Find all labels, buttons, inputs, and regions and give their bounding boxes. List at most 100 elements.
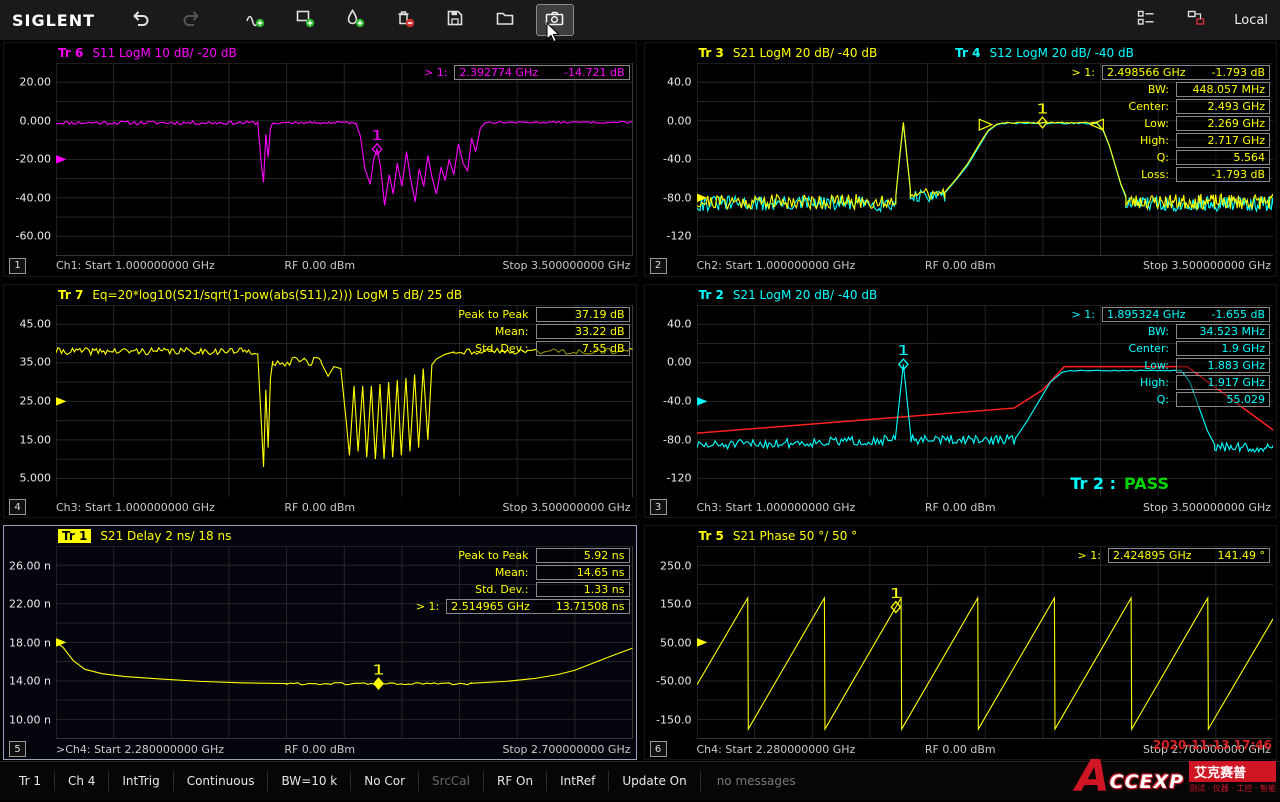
panel-number[interactable]: 6 <box>650 741 667 757</box>
open-button[interactable] <box>487 5 523 35</box>
mouse-cursor <box>545 22 561 48</box>
trace-label-tr1[interactable]: Tr 1S21 Delay 2 ns/ 18 ns <box>58 529 231 543</box>
stop-freq-label: Stop 3.500000000 GHz <box>1143 501 1271 514</box>
y-axis-label: 45.00 <box>20 317 52 330</box>
plot-area[interactable]: 1 Peak to Peak5.92 nsMean:14.65 nsStd. D… <box>56 546 633 739</box>
add-trace-button[interactable] <box>237 5 273 35</box>
stop-freq-label: Stop 2.700000000 GHz <box>502 743 630 756</box>
watermark-brand: CCEXP <box>1110 771 1184 794</box>
redo-button[interactable] <box>173 5 209 35</box>
trace-label-tr3[interactable]: Tr 3S21 LogM 20 dB/ -40 dB <box>699 46 878 60</box>
center-stat: Center:2.493 GHz <box>1128 99 1270 114</box>
panel-number[interactable]: 2 <box>650 258 667 274</box>
rf-power-label: RF 0.00 dBm <box>925 501 996 514</box>
trace-label-tr2[interactable]: Tr 2S21 LogM 20 dB/ -40 dB <box>699 288 878 302</box>
y-axis: 20.000.000-20.00-40.00-60.00 <box>4 63 56 256</box>
trace-format: S21 Phase 50 °/ 50 ° <box>733 529 857 543</box>
value-box: 33.22 dB <box>536 324 630 339</box>
value-box: -1.793 dB <box>1176 167 1270 182</box>
stddev-stat: Std. Dev.:1.33 ns <box>475 582 629 597</box>
status-item-tr-1[interactable]: Tr 1 <box>6 771 55 791</box>
undo-icon <box>131 8 151 32</box>
measurement-grid: Tr 6S11 LogM 10 dB/ -20 dB 20.000.000-20… <box>3 42 1277 760</box>
p2p-stat: Peak to Peak5.92 ns <box>458 548 629 563</box>
readout-overlay: Peak to Peak5.92 nsMean:14.65 nsStd. Dev… <box>416 548 630 614</box>
value-box: 5.92 ns <box>536 548 630 563</box>
trace-name: Tr 3 <box>699 46 724 60</box>
y-axis: 45.0035.0025.0015.005.000 <box>4 305 56 498</box>
y-axis-label: 26.00 n <box>9 559 51 572</box>
status-item-no-cor[interactable]: No Cor <box>351 771 419 791</box>
q-stat: Q:5.564 <box>1157 150 1270 165</box>
trace-header: Tr 7Eq=20*log10(S21/sqrt(1-pow(abs(S11),… <box>4 285 636 305</box>
y-axis-label: 10.00 n <box>9 713 51 726</box>
display-layout-button[interactable] <box>1128 5 1164 35</box>
undo-button[interactable] <box>123 5 159 35</box>
center-stat: Center:1.9 GHz <box>1128 341 1270 356</box>
trace-label-tr7[interactable]: Tr 7Eq=20*log10(S21/sqrt(1-pow(abs(S11),… <box>58 288 462 302</box>
panel-footer: 5 >Ch4: Start 2.280000000 GHz RF 0.00 dB… <box>4 739 636 759</box>
y-axis-label: -50.00 <box>656 675 691 688</box>
delete-icon <box>395 8 415 32</box>
status-item-bw-10-k[interactable]: BW=10 k <box>268 771 351 791</box>
high-stat: High:2.717 GHz <box>1140 133 1270 148</box>
mean-stat: Mean:33.22 dB <box>495 324 630 339</box>
y-axis-label: 0.00 <box>667 114 692 127</box>
y-axis-label: 150.0 <box>660 598 692 611</box>
status-item-update-on[interactable]: Update On <box>609 771 700 791</box>
y-axis-label: -80.0 <box>663 433 691 446</box>
plot-area[interactable]: 1 > 1:1.895324 GHz-1.655 dBBW:34.523 MHz… <box>697 305 1274 498</box>
panel-number[interactable]: 5 <box>9 741 26 757</box>
value-box: 34.523 MHz <box>1176 324 1270 339</box>
save-button[interactable] <box>437 5 473 35</box>
value-box: 2.514965 GHz13.71508 ns <box>446 599 629 614</box>
open-folder-icon <box>495 8 515 32</box>
plot-area[interactable]: 1 > 1:2.498566 GHz-1.793 dBBW:448.057 MH… <box>697 63 1274 256</box>
trace-header: Tr 2S21 LogM 20 dB/ -40 dB <box>645 285 1277 305</box>
channel-start-label: Ch3: Start 1.000000000 GHz <box>697 501 856 514</box>
status-item-srccal[interactable]: SrcCal <box>419 771 484 791</box>
plot-area[interactable]: Peak to Peak37.19 dBMean:33.22 dBStd. De… <box>56 305 633 498</box>
plot-area[interactable]: 1 > 1:2.392774 GHz-14.721 dB <box>56 63 633 256</box>
delete-button[interactable] <box>387 5 423 35</box>
value-box: 1.883 GHz <box>1176 358 1270 373</box>
save-icon <box>445 8 465 32</box>
panel-ch4-phase[interactable]: Tr 5S21 Phase 50 °/ 50 ° 250.0150.050.00… <box>644 525 1278 760</box>
low-stat: Low:1.883 GHz <box>1144 358 1270 373</box>
add-window-button[interactable] <box>287 5 323 35</box>
trace-label-tr6[interactable]: Tr 6S11 LogM 10 dB/ -20 dB <box>58 46 237 60</box>
status-item-ch-4[interactable]: Ch 4 <box>55 771 109 791</box>
trace-label-tr4[interactable]: Tr 4S12 LogM 20 dB/ -40 dB <box>955 46 1134 60</box>
status-item-inttrig[interactable]: IntTrig <box>109 771 173 791</box>
display-layout-icon <box>1136 8 1156 32</box>
toolbar: SIGLENT Local <box>0 0 1280 40</box>
value-box: 1.895324 GHz-1.655 dB <box>1102 307 1270 322</box>
panel-number[interactable]: 3 <box>650 499 667 515</box>
panel-ch2-s21-s12[interactable]: Tr 3S21 LogM 20 dB/ -40 dB Tr 4S12 LogM … <box>644 42 1278 277</box>
rf-power-label: RF 0.00 dBm <box>284 259 355 272</box>
y-axis-label: 22.00 n <box>9 598 51 611</box>
network-status-button[interactable] <box>1178 5 1214 35</box>
panel-number[interactable]: 1 <box>9 258 26 274</box>
local-remote-label[interactable]: Local <box>1234 13 1268 28</box>
rf-power-label: RF 0.00 dBm <box>925 259 996 272</box>
y-axis-label: 40.0 <box>667 76 692 89</box>
marker1-readout: > 1:1.895324 GHz-1.655 dB <box>1072 307 1270 322</box>
readout-overlay: > 1:2.392774 GHz-14.721 dB <box>424 65 629 80</box>
panel-ch3-s21-limit[interactable]: Tr 2S21 LogM 20 dB/ -40 dB 40.00.00-40.0… <box>644 284 1278 519</box>
panel-ch4-delay-active[interactable]: Tr 1S21 Delay 2 ns/ 18 ns 26.00 n 22.00 n… <box>3 525 637 760</box>
status-item-continuous[interactable]: Continuous <box>174 771 269 791</box>
trace-label-tr5[interactable]: Tr 5S21 Phase 50 °/ 50 ° <box>699 529 858 543</box>
panel-ch1-s11[interactable]: Tr 6S11 LogM 10 dB/ -20 dB 20.000.000-20… <box>3 42 637 277</box>
y-axis: 250.0150.050.00-50.00-150.0 <box>645 546 697 739</box>
bw-stat: BW:448.057 MHz <box>1148 82 1270 97</box>
watermark-logo-a: A <box>1076 760 1110 794</box>
panel-ch3-equation[interactable]: Tr 7Eq=20*log10(S21/sqrt(1-pow(abs(S11),… <box>3 284 637 519</box>
y-axis-label: 40.0 <box>667 317 692 330</box>
trace-format: S21 LogM 20 dB/ -40 dB <box>733 288 877 302</box>
add-channel-button[interactable] <box>337 5 373 35</box>
status-item-rf-on[interactable]: RF On <box>484 771 547 791</box>
status-item-intref[interactable]: IntRef <box>547 771 609 791</box>
panel-number[interactable]: 4 <box>9 499 26 515</box>
plot-area[interactable]: 1 > 1:2.424895 GHz141.49 ° <box>697 546 1274 739</box>
